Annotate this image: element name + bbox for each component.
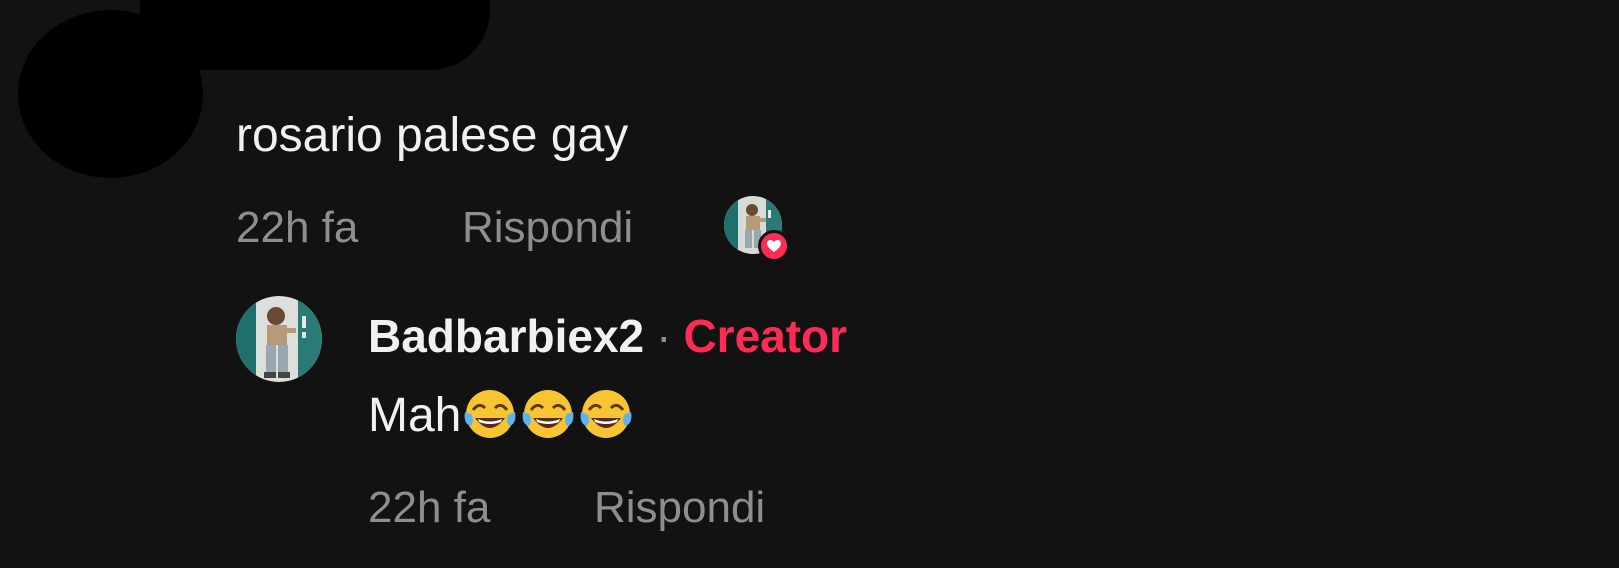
tears-of-joy-emoji-icon [522,390,574,438]
reply-text-row: Mah [368,384,635,446]
reply-avatar[interactable] [236,296,322,382]
redaction-blot-avatar [18,10,203,178]
tears-of-joy-emoji-icon [580,390,632,438]
reply-text: Mah [368,388,462,442]
reply-timestamp: 22h fa [368,483,491,532]
creator-badge: Creator [683,310,848,362]
reply-header: Badbarbiex2 · Creator [368,306,847,366]
comment-timestamp: 22h fa [236,203,359,252]
separator-dot: · [656,310,672,362]
reply-username[interactable]: Badbarbiex2 [368,309,644,363]
heart-icon [758,230,790,262]
comment-text: rosario palese gay [236,109,629,162]
tears-of-joy-emoji-icon [464,390,516,438]
comment-reply-button[interactable]: Rispondi [462,202,633,254]
creator-liked-indicator[interactable] [724,196,790,262]
reply-reply-button[interactable]: Rispondi [594,482,765,534]
